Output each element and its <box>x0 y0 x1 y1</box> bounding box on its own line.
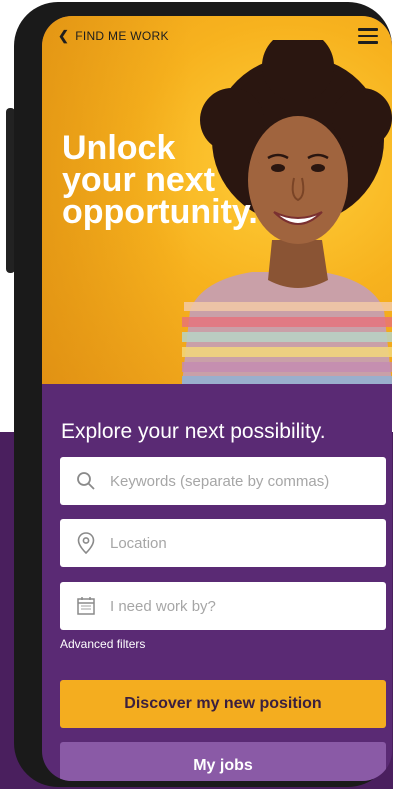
back-link[interactable]: ❮ FIND ME WORK <box>58 28 169 44</box>
hero-headline: Unlock your next opportunity. <box>62 129 282 231</box>
hero-headline-line-3: opportunity. <box>62 193 258 231</box>
hero-headline-line-2: your next <box>62 161 216 199</box>
hamburger-menu-icon[interactable] <box>358 28 378 44</box>
date-field[interactable] <box>60 582 386 630</box>
hero-banner: ❮ FIND ME WORK Unlock your next opportun… <box>42 16 392 384</box>
phone-frame: ❮ FIND ME WORK Unlock your next opportun… <box>14 2 392 787</box>
hero-headline-line-1: Unlock <box>62 129 176 167</box>
location-input[interactable] <box>110 534 370 552</box>
discover-position-button[interactable]: Discover my new position <box>60 680 386 728</box>
search-icon <box>74 469 98 493</box>
keywords-input[interactable] <box>110 472 370 490</box>
search-section-title: Explore your next possibility. <box>61 420 326 443</box>
advanced-filters-link[interactable]: Advanced filters <box>60 637 145 651</box>
keywords-field[interactable] <box>60 457 386 505</box>
app-screen: ❮ FIND ME WORK Unlock your next opportun… <box>42 16 392 781</box>
map-pin-icon <box>74 531 98 555</box>
back-label: FIND ME WORK <box>75 29 169 43</box>
my-jobs-button[interactable]: My jobs <box>60 742 386 781</box>
chevron-left-icon: ❮ <box>58 28 70 43</box>
location-field[interactable] <box>60 519 386 567</box>
calendar-icon <box>74 594 98 618</box>
date-input[interactable] <box>110 597 370 615</box>
